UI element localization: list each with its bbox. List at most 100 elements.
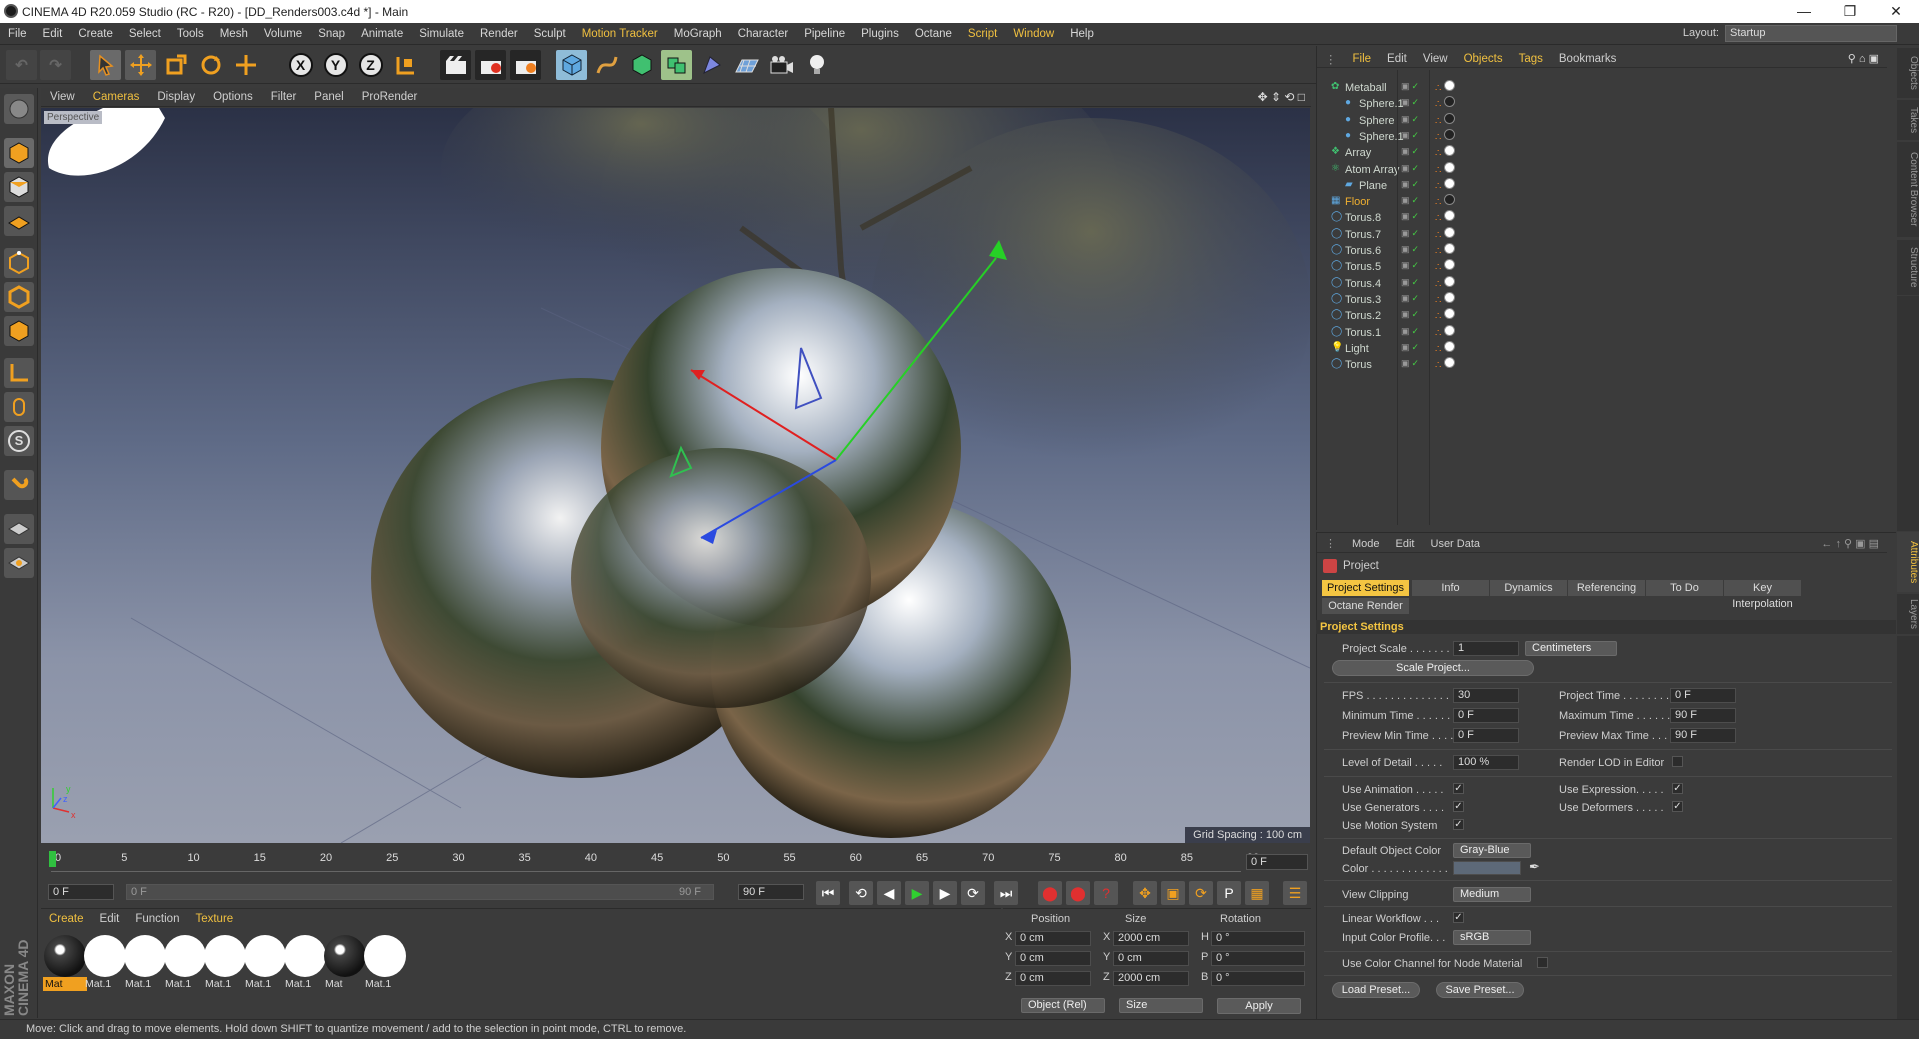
viewport-menu-prorender[interactable]: ProRender <box>353 91 427 103</box>
tweak-mode-icon[interactable] <box>4 392 34 422</box>
edges-mode-icon[interactable] <box>4 282 34 312</box>
size-field[interactable]: 0 cm <box>1113 951 1189 966</box>
rotation-field[interactable]: 0 ° <box>1211 931 1305 946</box>
next-key-icon[interactable]: ⟳ <box>961 881 985 905</box>
side-tab-attributes[interactable]: Attributes <box>1897 532 1919 592</box>
tab-octane-render[interactable]: Octane Render <box>1322 598 1410 614</box>
z-axis-lock-button[interactable]: Z <box>355 50 386 80</box>
points-mode-icon[interactable] <box>4 248 34 278</box>
use-generators-checkbox[interactable]: ✓ <box>1453 801 1464 812</box>
tab-referencing[interactable]: Referencing <box>1568 580 1646 596</box>
visibility-toggle-icon[interactable]: ▣ ✓ <box>1401 277 1419 288</box>
object-tags[interactable]: ∴ <box>1435 80 1456 94</box>
visibility-toggle-icon[interactable]: ▣ ✓ <box>1401 293 1419 304</box>
use-expression-checkbox[interactable]: ✓ <box>1672 783 1683 794</box>
object-tags[interactable]: ∴ <box>1435 210 1456 224</box>
material-menu-function[interactable]: Function <box>127 913 187 925</box>
tab-dynamics[interactable]: Dynamics <box>1490 580 1568 596</box>
visibility-toggle-icon[interactable]: ▣ ✓ <box>1401 260 1419 271</box>
object-tags[interactable]: ∴ <box>1435 259 1456 273</box>
use-motion-system-checkbox[interactable]: ✓ <box>1453 819 1464 830</box>
tab-key-interpolation[interactable]: Key Interpolation <box>1724 580 1802 610</box>
material-swatch[interactable]: Mat.1 <box>163 935 207 993</box>
floor-object-icon[interactable] <box>731 50 762 80</box>
material-swatch[interactable]: Mat.1 <box>243 935 287 993</box>
object-name[interactable]: Metaball <box>1345 82 1387 94</box>
menu-select[interactable]: Select <box>121 28 169 40</box>
om-menu-file[interactable]: File <box>1345 53 1380 65</box>
key-position-icon[interactable]: ✥ <box>1133 881 1157 905</box>
end-frame-field[interactable]: 90 F <box>738 884 804 900</box>
viewport-menu-cameras[interactable]: Cameras <box>84 91 149 103</box>
tab-info[interactable]: Info <box>1412 580 1490 596</box>
object-tags[interactable]: ∴ <box>1435 177 1456 192</box>
view-clipping-select[interactable]: Medium <box>1453 887 1531 902</box>
model-mode-icon[interactable] <box>4 138 34 168</box>
x-axis-lock-button[interactable]: X <box>285 50 316 80</box>
visibility-toggle-icon[interactable]: ▣ ✓ <box>1401 179 1419 190</box>
viewport-menu-panel[interactable]: Panel <box>305 91 352 103</box>
max-time-input[interactable]: 90 F <box>1670 708 1736 723</box>
menu-help[interactable]: Help <box>1062 28 1102 40</box>
key-rotation-icon[interactable]: ⟳ <box>1189 881 1213 905</box>
viewport-menu-display[interactable]: Display <box>148 91 204 103</box>
use-animation-checkbox[interactable]: ✓ <box>1453 783 1464 794</box>
timeline-scheme-icon[interactable]: ☰ <box>1283 881 1307 905</box>
material-menu-create[interactable]: Create <box>41 913 92 925</box>
object-name[interactable]: Torus <box>1345 359 1372 371</box>
polygons-mode-icon[interactable] <box>4 316 34 346</box>
preview-max-input[interactable]: 90 F <box>1670 728 1736 743</box>
material-swatch[interactable]: Mat.1 <box>363 935 407 993</box>
object-tags[interactable]: ∴ <box>1435 226 1456 241</box>
object-name[interactable]: Torus.2 <box>1345 310 1381 322</box>
visibility-toggle-icon[interactable]: ▣ ✓ <box>1401 228 1419 239</box>
lod-input[interactable]: 100 % <box>1453 755 1519 770</box>
material-menu-edit[interactable]: Edit <box>92 913 128 925</box>
menu-volume[interactable]: Volume <box>256 28 310 40</box>
project-scale-unit-select[interactable]: Centimeters <box>1525 641 1617 656</box>
material-swatch[interactable]: Mat.1 <box>283 935 327 993</box>
visibility-toggle-icon[interactable]: ▣ ✓ <box>1401 97 1419 108</box>
object-name[interactable]: Torus.4 <box>1345 278 1381 290</box>
object-name[interactable]: Array <box>1345 147 1371 159</box>
visibility-toggle-icon[interactable]: ▣ ✓ <box>1401 342 1419 353</box>
menu-sculpt[interactable]: Sculpt <box>526 28 574 40</box>
array-generator-icon[interactable] <box>661 50 692 80</box>
load-preset-button[interactable]: Load Preset... <box>1332 982 1420 998</box>
size-field[interactable]: 2000 cm <box>1113 971 1189 986</box>
object-name[interactable]: Sphere <box>1359 115 1394 127</box>
snap-icon[interactable]: S <box>4 426 34 456</box>
timeline-ruler[interactable]: 051015202530354045505560657075808590 0 F <box>41 848 1311 888</box>
material-swatch[interactable]: Mat.1 <box>203 935 247 993</box>
om-search-icons[interactable]: ⚲ ⌂ ▣ <box>1848 52 1879 65</box>
redo-icon[interactable]: ↷ <box>40 50 71 80</box>
key-parameter-icon[interactable]: P <box>1217 881 1241 905</box>
go-to-end-icon[interactable]: ⏭ <box>994 881 1018 905</box>
preview-min-input[interactable]: 0 F <box>1453 728 1519 743</box>
deformer-icon[interactable] <box>696 50 727 80</box>
object-tags[interactable]: ∴ <box>1435 324 1456 339</box>
tab-to-do[interactable]: To Do <box>1646 580 1724 596</box>
menu-mesh[interactable]: Mesh <box>212 28 256 40</box>
color-swatch[interactable] <box>1453 861 1521 875</box>
side-tab-structure[interactable]: Structure <box>1897 240 1919 295</box>
record-keyframe-icon[interactable]: ⬤ <box>1038 881 1062 905</box>
subdivision-icon[interactable] <box>626 50 657 80</box>
object-tags[interactable]: ∴ <box>1435 145 1456 159</box>
rotate-tool-icon[interactable] <box>195 50 226 80</box>
input-color-profile-select[interactable]: sRGB <box>1453 930 1531 945</box>
key-scale-icon[interactable]: ▣ <box>1161 881 1185 905</box>
side-tab-objects[interactable]: Objects <box>1897 48 1919 98</box>
restore-icon[interactable]: ❐ <box>1827 0 1873 23</box>
render-lod-checkbox[interactable] <box>1672 756 1683 767</box>
play-icon[interactable]: ▶ <box>905 881 929 905</box>
coordinate-system-icon[interactable] <box>390 50 421 80</box>
am-menu-mode[interactable]: Mode <box>1344 538 1388 550</box>
visibility-toggle-icon[interactable]: ▣ ✓ <box>1401 211 1419 222</box>
om-menu-tags[interactable]: Tags <box>1511 53 1551 65</box>
scale-tool-icon[interactable] <box>160 50 191 80</box>
object-name[interactable]: Light <box>1345 343 1369 355</box>
autokey-icon[interactable]: ⬤ <box>1066 881 1090 905</box>
axis-lock-icon[interactable] <box>4 548 34 578</box>
viewport-nav-icons[interactable]: ✥ ⇕ ⟲ □ <box>1258 90 1305 104</box>
